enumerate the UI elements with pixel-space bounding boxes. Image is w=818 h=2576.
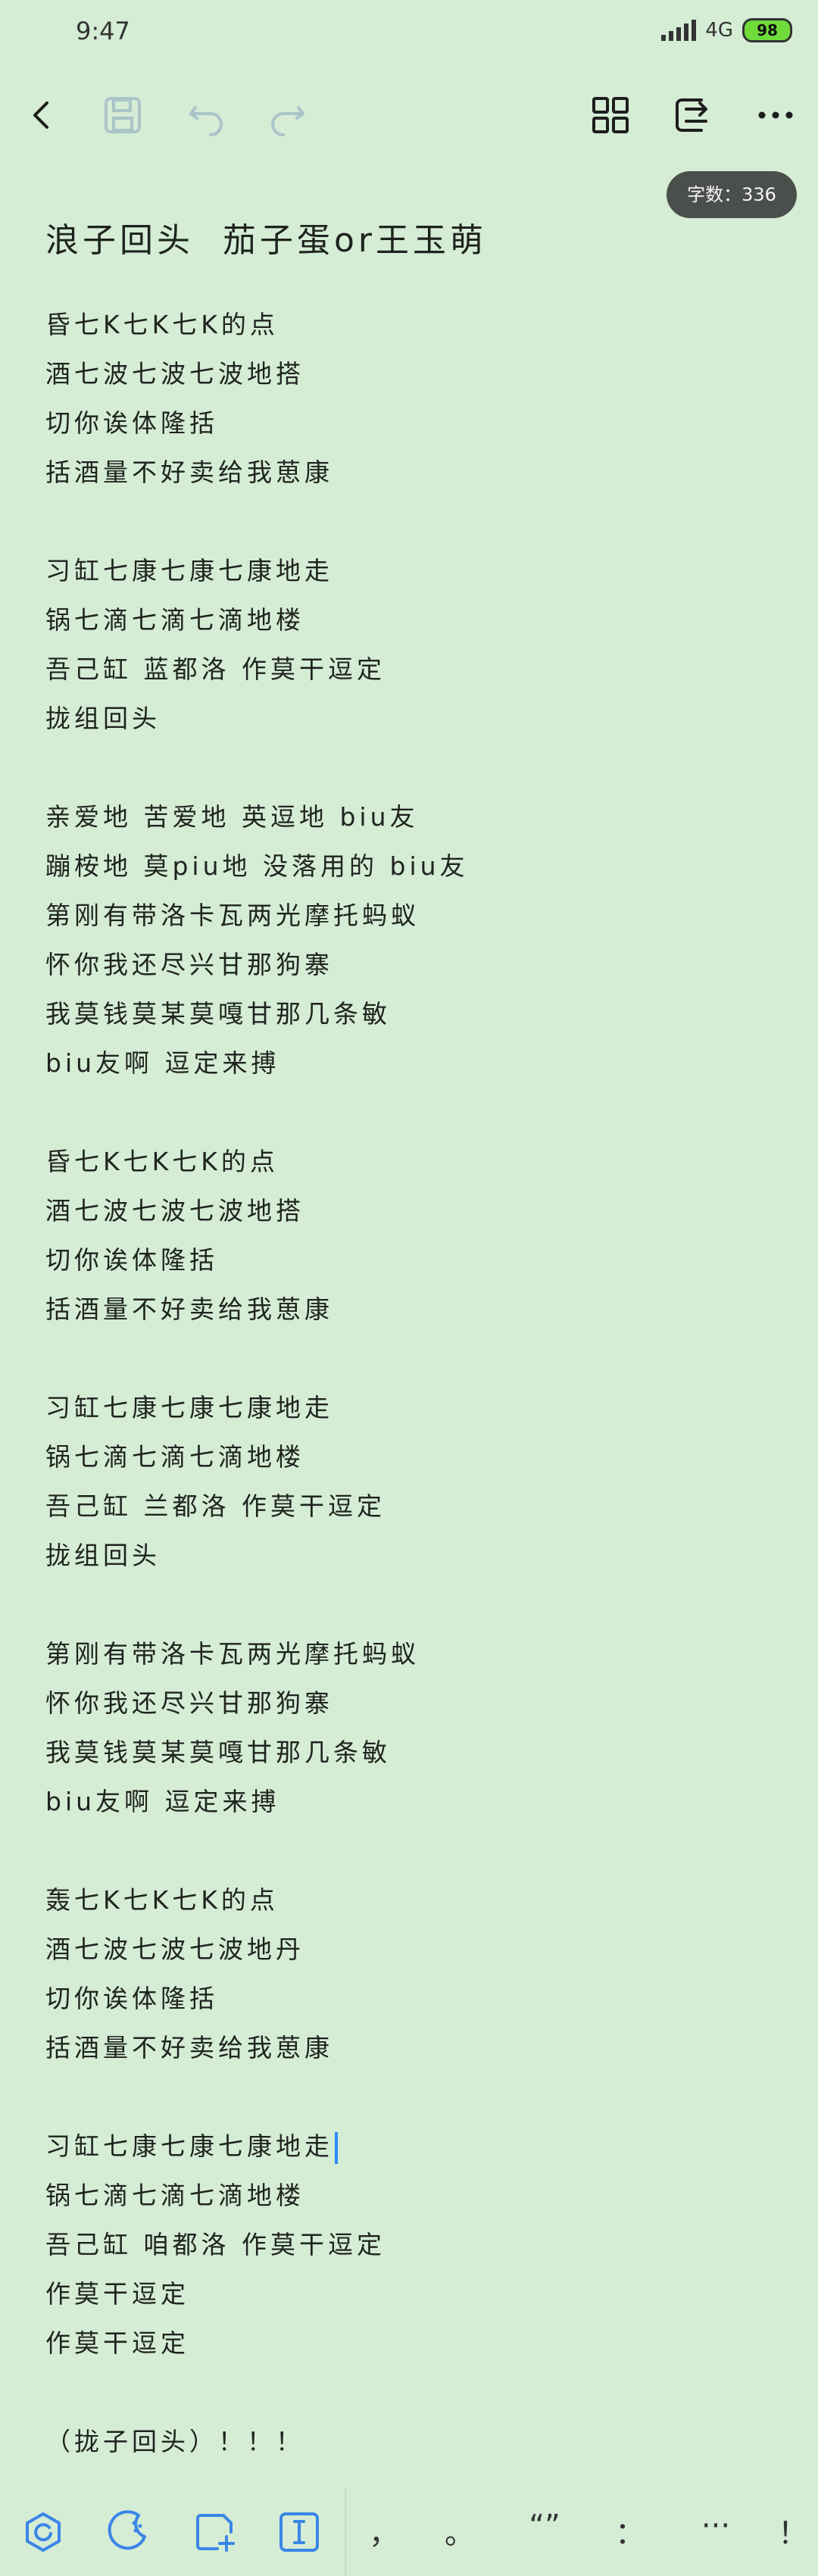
status-indicators: 4G 98 (661, 18, 792, 42)
text-line: 酒七波七波七波地丹 (45, 1934, 304, 1964)
text-line: 蹦桉地 莫piu地 没落用的 biu友 (45, 851, 469, 881)
status-bar: 9:47 4G 98 (0, 0, 818, 70)
export-icon[interactable] (659, 82, 726, 148)
text-line: （拢子回头）！！！ (45, 2427, 304, 2456)
text-line: 我莫钱莫某莫嘎甘那几条敏 (45, 1738, 391, 1767)
text-line: 吾己缸 兰都洛 作莫干逗定 (45, 1491, 386, 1521)
grid-view-icon[interactable] (577, 82, 644, 148)
text-line: 昏七K七K七K的点 (45, 310, 279, 339)
text-line: 括酒量不好卖给我葸康 (45, 457, 333, 487)
text-line: 亲爱地 苦爱地 英逗地 biu友 (45, 802, 419, 832)
editor-toolbar (0, 82, 818, 148)
text-line: 吾己缸 咱都洛 作莫干逗定 (45, 2230, 386, 2259)
text-line: 习缸七康七康七康地走 (45, 2122, 788, 2171)
colon-key[interactable]: ： (607, 2509, 653, 2553)
more-icon[interactable] (742, 82, 809, 148)
save-icon[interactable] (89, 82, 156, 148)
note-title[interactable]: 浪子回头 茄子蛋or王玉萌 (45, 214, 788, 268)
text-line: 切你诶体隆括 (45, 1245, 218, 1275)
period-key[interactable]: 。 (437, 2509, 482, 2553)
text-line: 拢组回头 (45, 704, 161, 733)
back-arrow-icon[interactable] (9, 82, 76, 148)
text-line: 锅七滴七滴七滴地楼 (45, 2181, 304, 2210)
status-time: 9:47 (76, 17, 130, 45)
quote-key[interactable]: “” (522, 2509, 567, 2543)
text-line: 锅七滴七滴七滴地楼 (45, 1442, 304, 1472)
text-line: 怀你我还尽兴甘那狗寨 (45, 1688, 333, 1718)
text-line: 作莫干逗定 (45, 2328, 189, 2358)
signal-icon (661, 20, 697, 41)
bottom-toolbar: ， 。 “” ： ··· ！ (0, 2487, 818, 2576)
network-type: 4G (705, 19, 733, 42)
text-line: 昏七K七K七K的点 (45, 1147, 279, 1176)
battery-icon: 98 (742, 18, 792, 42)
text-line: 作莫干逗定 (45, 2279, 189, 2309)
redo-icon[interactable] (254, 82, 321, 148)
note-editor[interactable]: 浪子回头 茄子蛋or王玉萌 昏七K七K七K的点 酒七波七波七波地搭 切你诶体隆括括酒… (45, 214, 788, 2466)
ellipsis-key[interactable]: ··· (693, 2509, 738, 2543)
undo-icon[interactable] (173, 82, 239, 148)
theme-icon[interactable] (101, 2506, 155, 2559)
punctuation-bar: ， 。 “” ： ··· ！ (345, 2487, 818, 2576)
text-line: biu友啊 逗定来搏 (45, 1048, 280, 1078)
text-line: 第刚有带洛卡瓦两光摩托蚂蚁 (45, 901, 420, 930)
text-line: 怀你我还尽兴甘那狗寨 (45, 950, 333, 979)
note-body[interactable]: 昏七K七K七K的点 酒七波七波七波地搭 切你诶体隆括 括酒量不好卖给我葸康 习缸七康七康… (45, 300, 788, 2466)
text-line: 第刚有带洛卡瓦两光摩托蚂蚁 (45, 1639, 420, 1669)
text-line: biu友啊 逗定来搏 (45, 1787, 280, 1816)
comma-key[interactable]: ， (361, 2509, 407, 2553)
word-count-badge: 字数：336 (667, 171, 797, 218)
text-line: 吾己缸 蓝都洛 作莫干逗定 (45, 654, 386, 684)
text-line: 轰七K七K七K的点 (45, 1885, 279, 1915)
text-line: 习缸七康七康七康地走 (45, 1393, 333, 1422)
text-cursor-icon[interactable] (273, 2506, 326, 2559)
text-line: 锅七滴七滴七滴地楼 (45, 605, 304, 635)
text-line: 括酒量不好卖给我葸康 (45, 2033, 333, 2062)
text-line: 拢组回头 (45, 1541, 161, 1570)
text-line: 切你诶体隆括 (45, 1984, 218, 2013)
add-note-icon[interactable] (188, 2506, 241, 2559)
text-line: 酒七波七波七波地搭 (45, 1196, 304, 1226)
text-line: 我莫钱莫某莫嘎甘那几条敏 (45, 999, 391, 1029)
assistant-icon[interactable] (17, 2506, 70, 2559)
text-line: 习缸七康七康七康地走 (45, 556, 333, 585)
text-caret (335, 2131, 338, 2164)
text-line: 切你诶体隆括 (45, 408, 218, 438)
text-line: 括酒量不好卖给我葸康 (45, 1294, 333, 1324)
exclaim-key[interactable]: ！ (770, 2509, 816, 2553)
text-line: 酒七波七波七波地搭 (45, 359, 304, 389)
